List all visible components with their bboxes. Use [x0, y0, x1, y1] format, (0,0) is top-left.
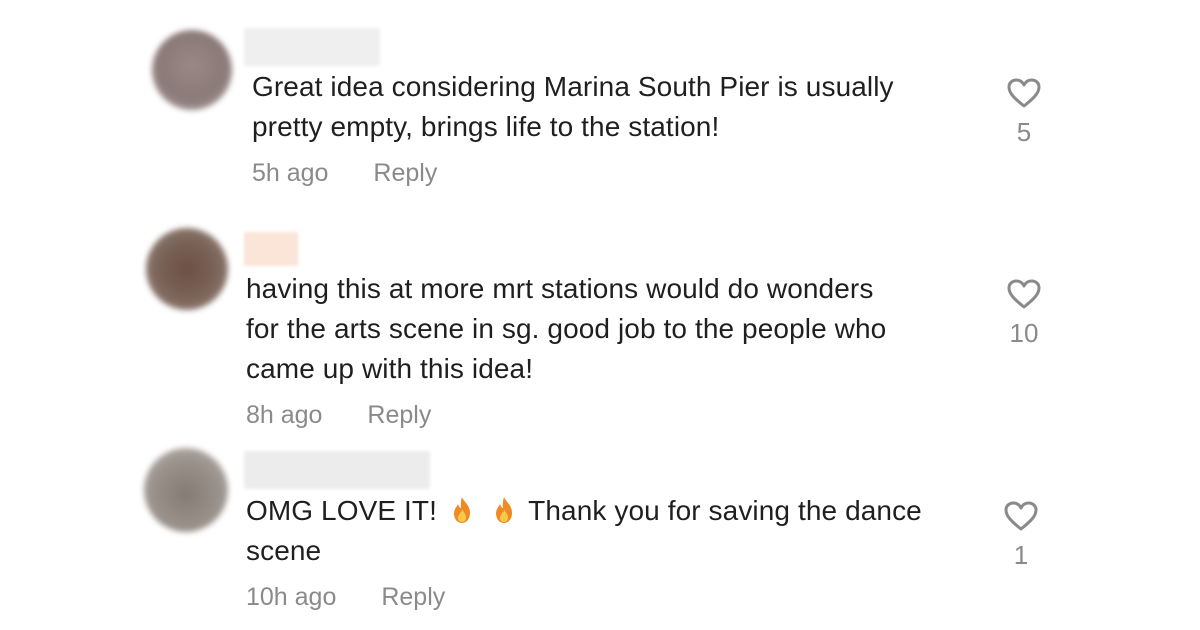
comment-text-line: scene	[246, 535, 322, 566]
comment-text-line: came up with this idea!	[246, 353, 534, 384]
comment-text-segment: Thank you for saving the dance	[528, 495, 922, 526]
like-count: 1	[1013, 540, 1029, 570]
heart-outline-icon	[1007, 279, 1041, 309]
comment-text-line: having this at more mrt stations would d…	[246, 273, 874, 304]
username-redacted[interactable]	[244, 451, 430, 489]
fire-emoji-icon	[453, 497, 470, 523]
fire-emoji-icon	[495, 497, 512, 523]
reply-button[interactable]: Reply	[367, 401, 431, 430]
comment-text: having this at more mrt stations would d…	[246, 269, 886, 389]
comment-meta: 5h ago Reply	[252, 159, 437, 188]
username-redacted[interactable]	[244, 28, 380, 66]
comment-text: OMG LOVE IT! Thank you for saving the da…	[246, 491, 922, 571]
like-button[interactable]: 5	[1002, 77, 1046, 148]
comment-text-line: OMG LOVE IT! Thank you for saving the da…	[246, 491, 922, 531]
reply-button[interactable]: Reply	[381, 583, 445, 612]
like-button[interactable]: 10	[1002, 278, 1046, 349]
timestamp: 5h ago	[252, 159, 329, 187]
timestamp: 8h ago	[246, 401, 323, 429]
avatar[interactable]	[146, 228, 228, 310]
timestamp: 10h ago	[246, 583, 337, 611]
comment-text-line: Great idea considering Marina South Pier…	[252, 71, 894, 102]
comments-panel: Great idea considering Marina South Pier…	[0, 0, 1200, 630]
comment-text-line: for the arts scene in sg. good job to th…	[246, 313, 887, 344]
avatar[interactable]	[144, 448, 228, 532]
heart-outline-icon	[1007, 78, 1041, 108]
comment-meta: 8h ago Reply	[246, 401, 431, 430]
comment-text-segment: OMG LOVE IT!	[246, 495, 438, 526]
comment-meta: 10h ago Reply	[246, 583, 445, 612]
like-count: 10	[1009, 318, 1039, 348]
like-button[interactable]: 1	[999, 500, 1043, 571]
comment-text: Great idea considering Marina South Pier…	[252, 67, 894, 147]
comment-text-line: pretty empty, brings life to the station…	[252, 111, 720, 142]
username-redacted[interactable]	[244, 232, 298, 266]
reply-button[interactable]: Reply	[373, 159, 437, 188]
heart-outline-icon	[1004, 501, 1038, 531]
like-count: 5	[1016, 117, 1032, 147]
avatar[interactable]	[152, 30, 232, 110]
